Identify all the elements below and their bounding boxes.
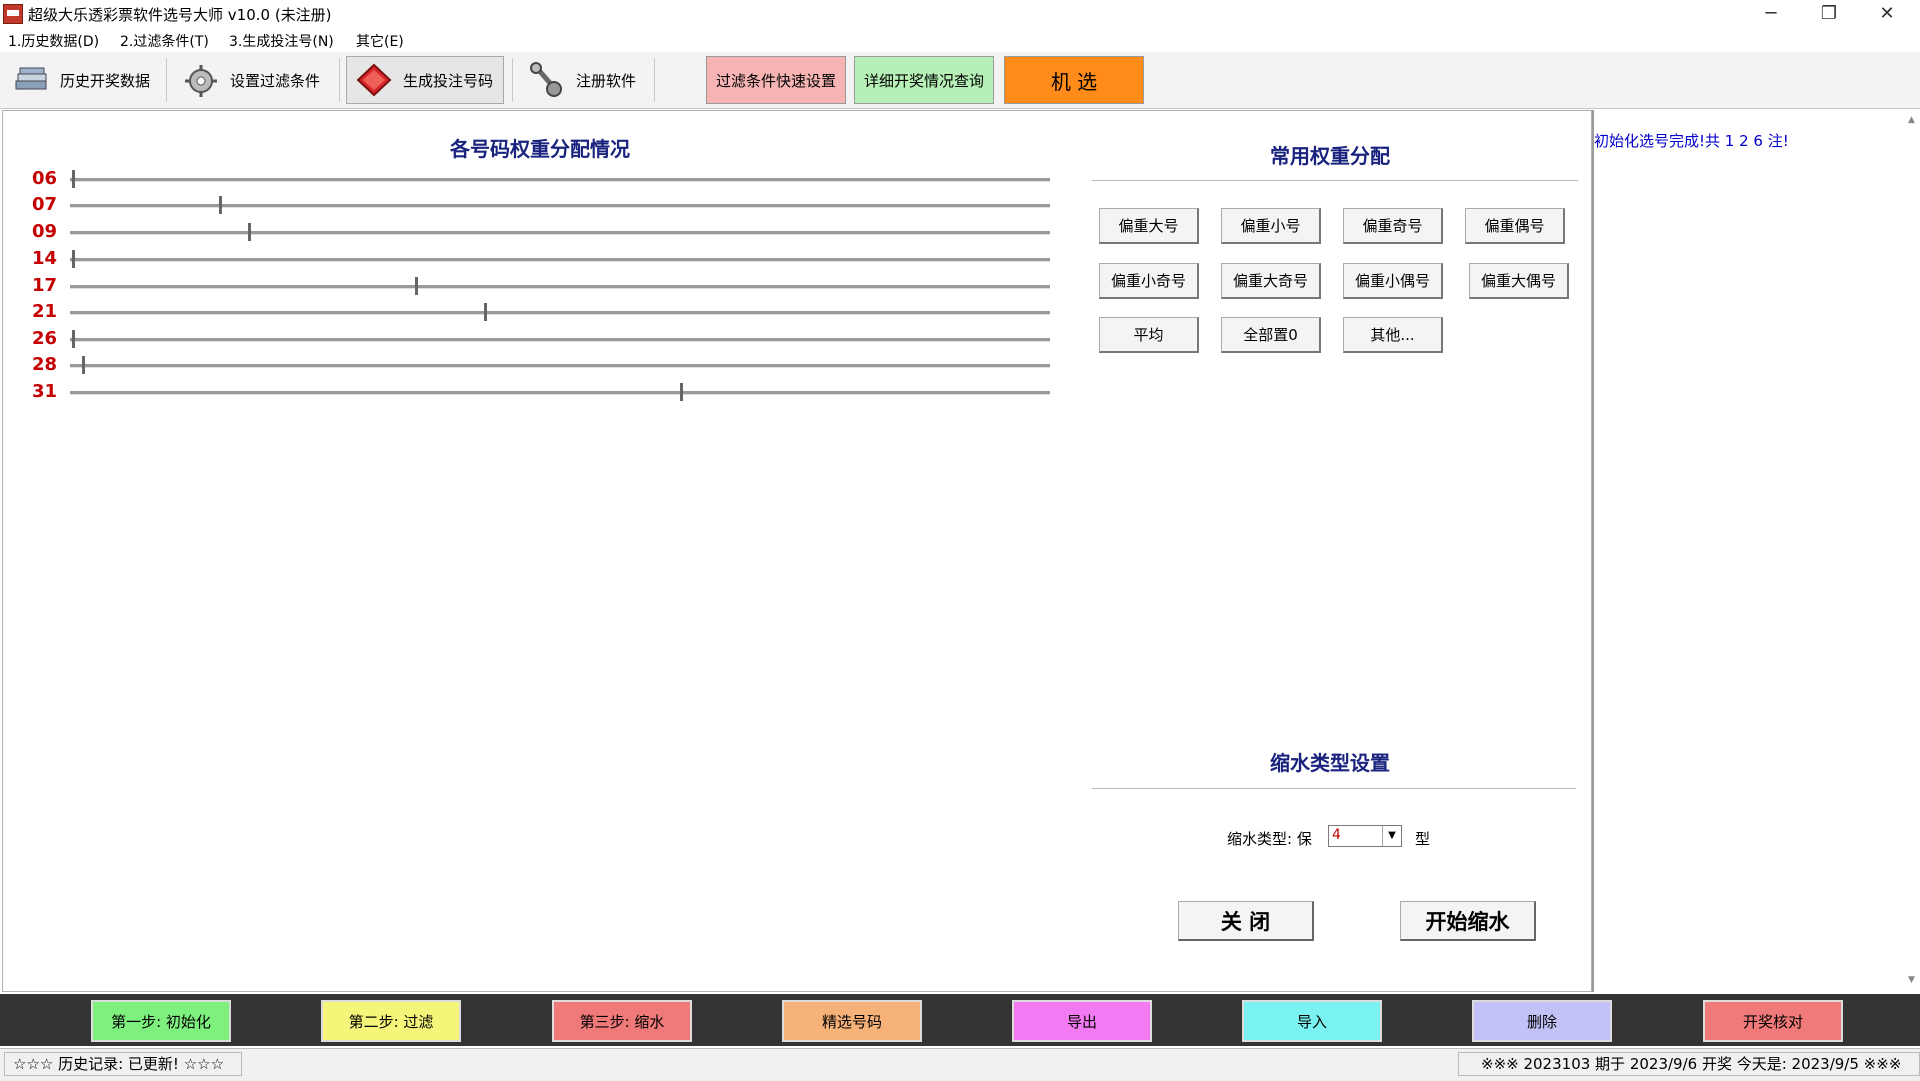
step-filter-button[interactable]: 第二步: 过滤 [321,1000,461,1042]
red-diamond-icon [355,61,393,99]
presets-divider [1092,180,1578,181]
toolbar-divider [166,58,167,102]
step-bar [0,994,1920,1046]
generate-numbers-button[interactable]: 生成投注号码 [346,56,504,104]
weights-section-title: 各号码权重分配情况 [450,137,630,161]
weight-slider-thumb[interactable] [72,330,75,348]
info-panel [1592,110,1920,992]
favor-odd-button[interactable]: 偏重奇号 [1343,208,1443,244]
weight-slider-thumb[interactable] [81,356,85,374]
scroll-down-icon[interactable]: ▼ [1908,975,1918,985]
minimize-button[interactable]: ─ [1742,0,1800,28]
weight-number-label: 31 [32,381,58,402]
app-icon [3,4,23,24]
set-filter-label: 设置过滤条件 [230,71,321,90]
restore-button[interactable]: ❐ [1800,0,1858,28]
favor-big-even-button[interactable]: 偏重大偶号 [1469,263,1569,299]
export-button[interactable]: 导出 [1012,1000,1152,1042]
weight-slider-track[interactable] [70,258,1050,262]
menu-history-data[interactable]: 1.历史数据(D) [8,31,99,51]
weight-slider-track[interactable] [70,285,1050,289]
favor-even-button[interactable]: 偏重偶号 [1465,208,1565,244]
weight-slider-thumb[interactable] [72,170,75,188]
detail-draw-query-button[interactable]: 详细开奖情况查询 [854,56,994,104]
weight-number-label: 06 [32,168,58,189]
shrink-divider [1092,788,1576,789]
weight-number-label: 28 [32,354,58,375]
menu-generate-numbers[interactable]: 3.生成投注号(N) [229,31,334,51]
weight-number-label: 17 [32,275,58,296]
register-software-label: 注册软件 [576,71,637,90]
menu-filter-conditions[interactable]: 2.过滤条件(T) [120,31,209,51]
favor-small-even-button[interactable]: 偏重小偶号 [1343,263,1443,299]
weight-slider-track[interactable] [70,311,1050,315]
close-window-button[interactable]: ✕ [1858,0,1916,28]
shrink-type-label: 缩水类型: 保 [1227,830,1312,848]
weight-slider-track[interactable] [70,204,1050,208]
step-initialize-button[interactable]: 第一步: 初始化 [91,1000,231,1042]
average-button[interactable]: 平均 [1099,317,1199,353]
shrink-type-select[interactable]: 4 ▼ [1328,825,1402,847]
reset-all-zero-button[interactable]: 全部置0 [1221,317,1321,353]
shrink-type-value: 4 [1332,827,1341,843]
weight-slider-thumb[interactable] [679,383,683,401]
favor-small-button[interactable]: 偏重小号 [1221,208,1321,244]
menu-other[interactable]: 其它(E) [356,31,404,51]
window-title: 超级大乐透彩票软件选号大师 v10.0 (未注册) [28,6,332,24]
gear-tools-icon [182,61,220,99]
weight-slider-track[interactable] [70,231,1050,235]
weight-slider-thumb[interactable] [483,303,487,321]
favor-small-odd-button[interactable]: 偏重小奇号 [1099,263,1199,299]
info-message: 初始化选号完成!共 1 2 6 注! [1594,132,1789,150]
random-pick-button[interactable]: 机 选 [1004,56,1144,104]
history-data-button[interactable]: 历史开奖数据 [4,56,164,104]
set-filter-button[interactable]: 设置过滤条件 [174,56,336,104]
generate-numbers-label: 生成投注号码 [403,71,494,90]
weight-slider-thumb[interactable] [415,277,418,295]
weight-slider-thumb[interactable] [248,223,252,241]
books-icon [12,61,50,99]
step-shrink-button[interactable]: 第三步: 缩水 [552,1000,692,1042]
weight-number-label: 21 [32,301,58,322]
weight-slider-track[interactable] [70,178,1050,182]
shrink-type-suffix: 型 [1415,830,1431,848]
weight-number-label: 26 [32,328,58,349]
favor-big-button[interactable]: 偏重大号 [1099,208,1199,244]
weight-number-label: 14 [32,248,58,269]
toolbar-divider [512,58,513,102]
favor-big-odd-button[interactable]: 偏重大奇号 [1221,263,1321,299]
quick-filter-settings-button[interactable]: 过滤条件快速设置 [706,56,846,104]
weight-number-label: 09 [32,221,58,242]
history-status: ☆☆☆ 历史记录: 已更新! ☆☆☆ [4,1052,242,1076]
register-software-button[interactable]: 注册软件 [520,56,650,104]
weight-slider-track[interactable] [70,391,1050,395]
weight-slider-track[interactable] [70,338,1050,342]
chevron-down-icon[interactable]: ▼ [1382,826,1401,846]
weight-slider-thumb[interactable] [72,250,75,268]
toolbar-divider [654,58,655,102]
start-shrink-button[interactable]: 开始缩水 [1400,901,1536,941]
history-data-label: 历史开奖数据 [60,71,151,90]
close-dialog-button[interactable]: 关 闭 [1178,901,1314,941]
toolbar-divider [339,58,340,102]
draw-check-button[interactable]: 开奖核对 [1703,1000,1843,1042]
shrink-section-title: 缩水类型设置 [1270,751,1390,775]
draw-date-status: ※※※ 2023103 期于 2023/9/6 开奖 今天是: 2023/9/5… [1458,1052,1920,1076]
weight-number-label: 07 [32,194,58,215]
scroll-up-icon[interactable]: ▲ [1908,115,1918,125]
other-presets-button[interactable]: 其他... [1343,317,1443,353]
delete-button[interactable]: 删除 [1472,1000,1612,1042]
wrench-icon [528,61,566,99]
presets-section-title: 常用权重分配 [1270,144,1390,168]
weight-slider-thumb[interactable] [219,196,222,214]
select-numbers-button[interactable]: 精选号码 [782,1000,922,1042]
import-button[interactable]: 导入 [1242,1000,1382,1042]
weight-slider-track[interactable] [70,364,1050,368]
